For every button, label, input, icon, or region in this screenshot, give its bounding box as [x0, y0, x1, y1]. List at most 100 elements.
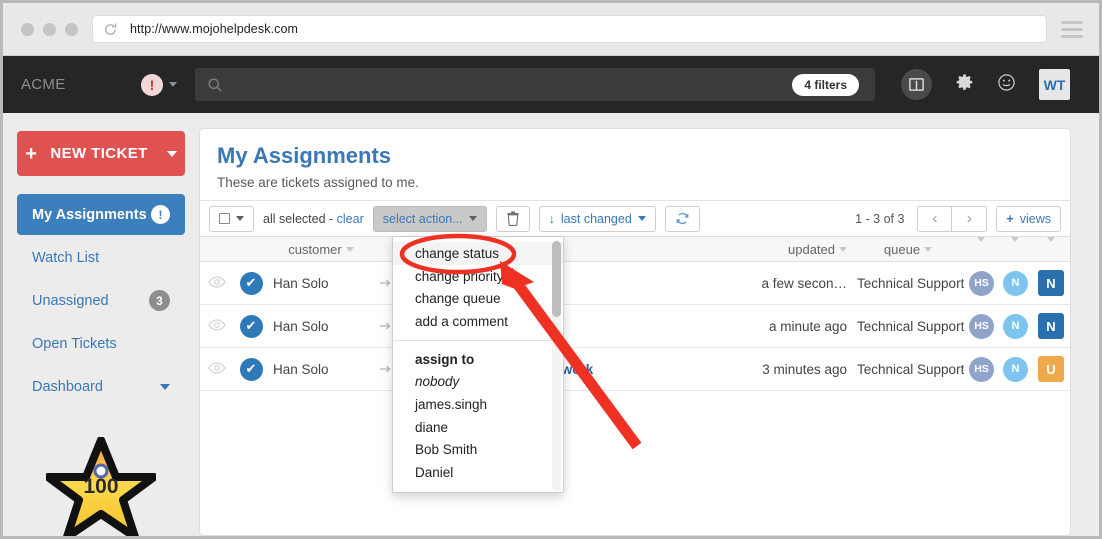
status-badge-cell[interactable]: U	[1032, 348, 1070, 391]
sidebar-item-watch-list[interactable]: Watch List	[17, 237, 185, 278]
chevron-down-icon[interactable]	[469, 216, 477, 221]
clear-selection-link[interactable]: clear	[337, 212, 364, 226]
eye-icon[interactable]	[208, 319, 226, 331]
views-label: views	[1020, 212, 1051, 226]
col-customer[interactable]: customer	[268, 237, 374, 262]
status-badge-cell[interactable]: N	[1032, 262, 1070, 305]
requester-avatar-cell[interactable]: HS	[964, 262, 998, 305]
refresh-button[interactable]	[665, 206, 700, 232]
watch-cell[interactable]	[200, 348, 234, 391]
exclamation-icon[interactable]: !	[141, 74, 163, 96]
count-badge: 3	[149, 290, 170, 311]
status-badge: N	[1038, 313, 1064, 339]
chevron-down-icon[interactable]	[924, 247, 932, 252]
row-checkbox[interactable]: ✔	[240, 358, 263, 381]
book-icon[interactable]	[901, 69, 932, 100]
requester-avatar-cell[interactable]: HS	[964, 348, 998, 391]
chevron-down-icon[interactable]	[160, 384, 170, 390]
chevron-down-icon[interactable]	[638, 216, 646, 221]
arrow-right-icon	[379, 278, 392, 288]
views-button[interactable]: + views	[996, 206, 1061, 232]
col-avatar-2[interactable]	[998, 237, 1032, 262]
sidebar: + NEW TICKET My Assignments ! Watch List…	[3, 113, 199, 536]
eye-icon[interactable]	[208, 362, 226, 374]
assignee-avatar-cell[interactable]: N	[998, 348, 1032, 391]
minimize-window-dot[interactable]	[43, 23, 56, 36]
sidebar-item-my-assignments[interactable]: My Assignments !	[17, 194, 185, 235]
next-page-button[interactable]: ›	[952, 206, 987, 232]
chevron-down-icon[interactable]	[1011, 237, 1019, 257]
address-bar[interactable]: http://www.mojohelpdesk.com	[92, 15, 1047, 43]
menu-item-nobody[interactable]: nobody	[393, 370, 563, 393]
updated-cell: a minute ago	[744, 305, 852, 348]
avatar: HS	[969, 357, 994, 382]
menu-item-daniel[interactable]: Daniel	[393, 461, 563, 484]
maximize-window-dot[interactable]	[65, 23, 78, 36]
window-controls[interactable]	[21, 23, 78, 36]
avatar[interactable]: WT	[1039, 69, 1070, 100]
menu-item-add-a-comment[interactable]: add a comment	[393, 310, 563, 333]
smiley-icon[interactable]	[997, 73, 1016, 97]
filters-badge[interactable]: 4 filters	[792, 74, 859, 96]
menu-item-james-singh[interactable]: james.singh	[393, 393, 563, 416]
menu-item-diane[interactable]: diane	[393, 416, 563, 439]
sort-label: last changed	[561, 212, 632, 226]
row-checkbox[interactable]: ✔	[240, 315, 263, 338]
sidebar-item-label: Unassigned	[32, 293, 149, 309]
search-input[interactable]: 4 filters	[195, 68, 875, 101]
menu-item-change-queue[interactable]: change queue	[393, 288, 563, 311]
delete-button[interactable]	[496, 206, 530, 232]
table-row[interactable]: ✔ Han Solo P a few secon… Technical Supp…	[200, 262, 1070, 305]
select-cell[interactable]: ✔	[234, 348, 268, 391]
row-checkbox[interactable]: ✔	[240, 272, 263, 295]
sidebar-item-dashboard[interactable]: Dashboard	[17, 366, 185, 407]
my-mojo-widget[interactable]: 100 My Mojo	[17, 437, 185, 539]
list-toolbar: all selected - clear select action... ↓ …	[200, 200, 1070, 236]
menu-item-change-priority[interactable]: change priority	[393, 265, 563, 288]
chevron-down-icon[interactable]	[167, 151, 177, 157]
menu-item-label: change priority	[415, 269, 504, 284]
col-queue[interactable]: queue	[852, 237, 964, 262]
col-avatar-1[interactable]	[964, 237, 998, 262]
chevron-down-icon[interactable]	[839, 247, 847, 252]
sidebar-item-unassigned[interactable]: Unassigned 3	[17, 280, 185, 321]
alert-menu[interactable]: !	[141, 74, 177, 96]
select-action-dropdown[interactable]: select action...	[373, 206, 487, 232]
status-badge-cell[interactable]: N	[1032, 305, 1070, 348]
updated-cell: a few secon…	[744, 262, 852, 305]
menu-scrollbar-thumb[interactable]	[552, 241, 561, 317]
customer-cell: Han Solo	[268, 262, 374, 305]
eye-icon[interactable]	[208, 276, 226, 288]
menu-item-change-status[interactable]: change status	[393, 242, 563, 265]
close-window-dot[interactable]	[21, 23, 34, 36]
prev-page-button[interactable]: ‹	[917, 206, 952, 232]
checkbox-icon[interactable]	[219, 213, 230, 224]
new-ticket-label: NEW TICKET	[50, 145, 147, 162]
requester-avatar-cell[interactable]: HS	[964, 305, 998, 348]
hamburger-menu-icon[interactable]	[1061, 21, 1083, 38]
assignee-avatar-cell[interactable]: N	[998, 262, 1032, 305]
sidebar-item-open-tickets[interactable]: Open Tickets	[17, 323, 185, 364]
table-row[interactable]: ✔ Han Solo P a minute ago Technical Supp…	[200, 305, 1070, 348]
watch-cell[interactable]	[200, 305, 234, 348]
select-cell[interactable]: ✔	[234, 262, 268, 305]
gear-icon[interactable]	[955, 73, 974, 97]
new-ticket-button[interactable]: + NEW TICKET	[17, 131, 185, 176]
alert-badge-icon: !	[151, 205, 170, 224]
select-all-dropdown[interactable]	[209, 206, 254, 232]
assignee-avatar-cell[interactable]: N	[998, 305, 1032, 348]
menu-item-bob-smith[interactable]: Bob Smith	[393, 439, 563, 462]
chevron-down-icon[interactable]	[346, 247, 354, 252]
reload-icon[interactable]	[103, 22, 118, 37]
col-watch	[200, 237, 234, 262]
chevron-down-icon[interactable]	[236, 216, 244, 221]
chevron-down-icon[interactable]	[169, 82, 177, 87]
col-avatar-3[interactable]	[1032, 237, 1070, 262]
select-cell[interactable]: ✔	[234, 305, 268, 348]
watch-cell[interactable]	[200, 262, 234, 305]
sort-dropdown[interactable]: ↓ last changed	[539, 206, 656, 232]
chevron-down-icon[interactable]	[977, 237, 985, 257]
chevron-down-icon[interactable]	[1047, 237, 1055, 257]
col-updated[interactable]: updated	[744, 237, 852, 262]
table-row[interactable]: ✔ Han Solo P work 3 minutes ago Technica…	[200, 348, 1070, 391]
